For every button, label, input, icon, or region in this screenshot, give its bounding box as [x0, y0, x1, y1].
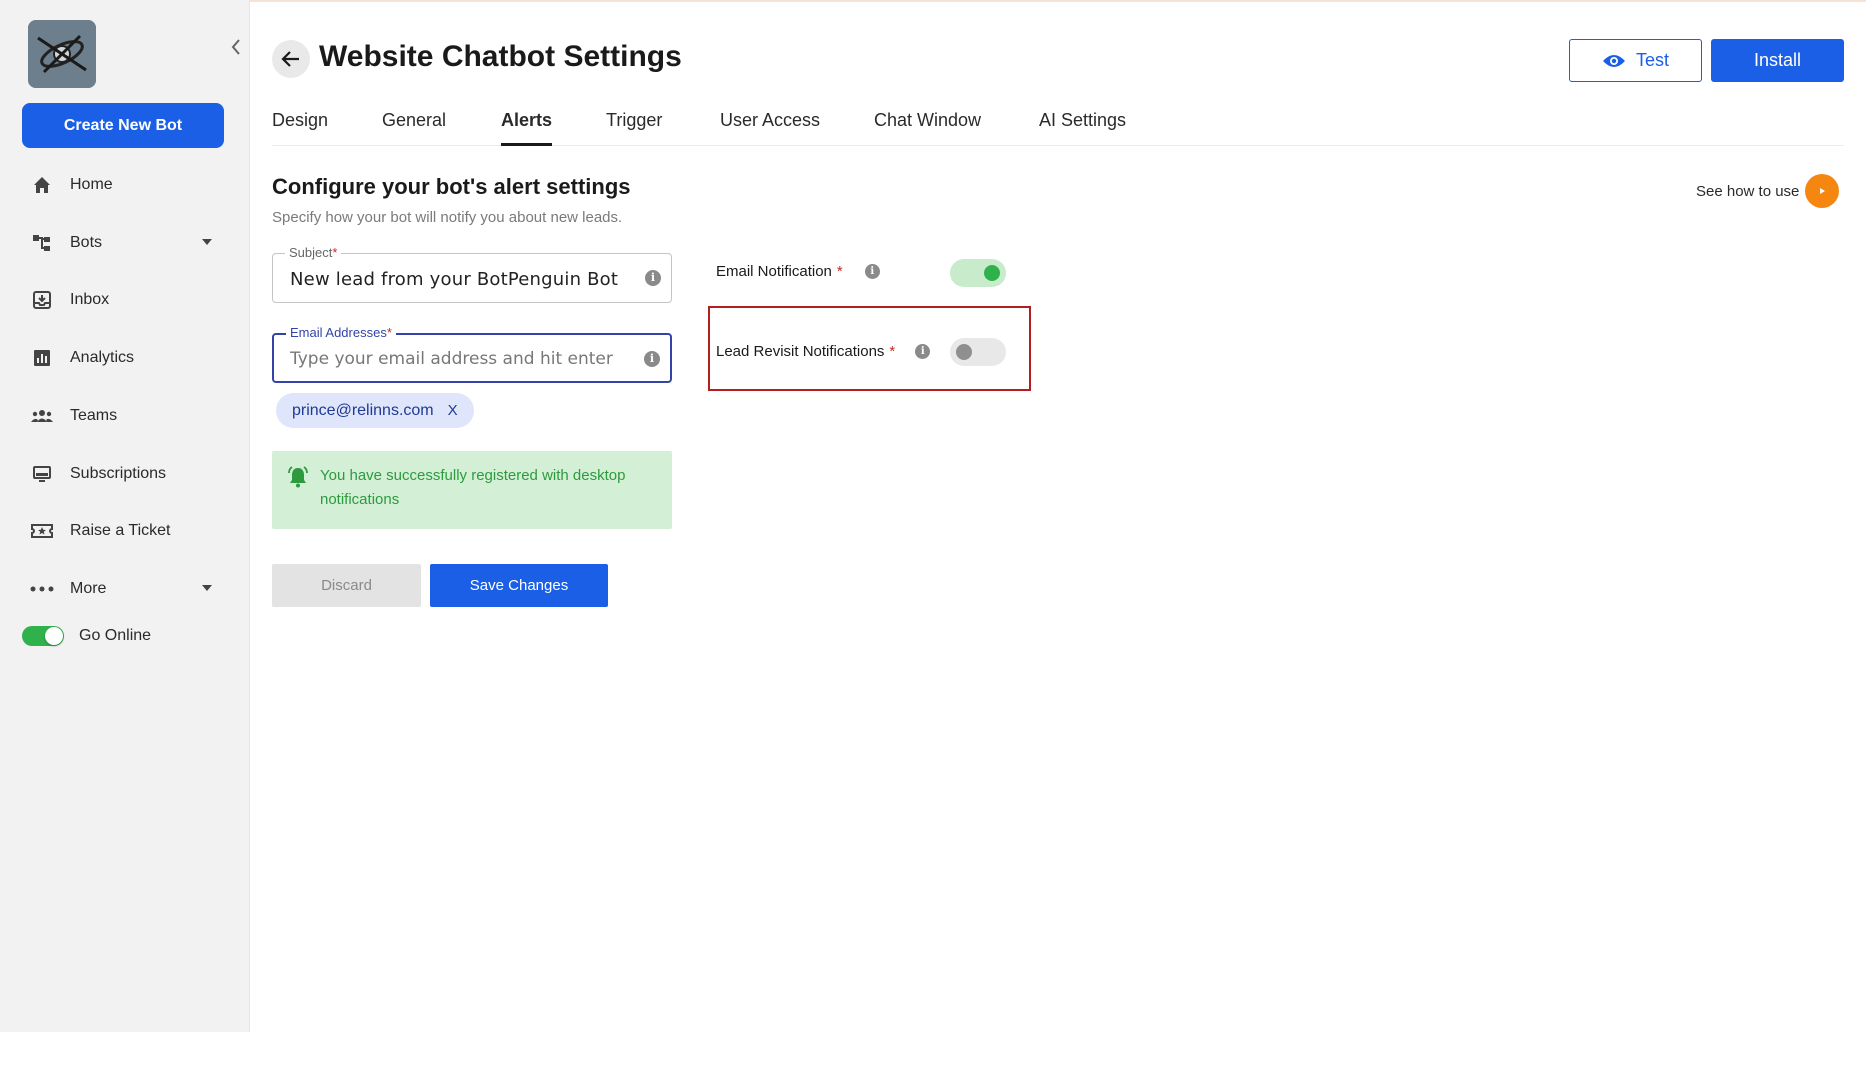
- toggle-knob: [984, 265, 1000, 281]
- subscriptions-icon: [30, 462, 54, 486]
- top-accent-line: [0, 0, 1866, 2]
- sidebar-item-label: Raise a Ticket: [70, 522, 171, 539]
- tab-alerts[interactable]: Alerts: [501, 110, 553, 146]
- go-online-row: Go Online: [22, 626, 151, 646]
- email-input[interactable]: [290, 345, 630, 373]
- toggle-knob: [956, 344, 972, 360]
- subject-value[interactable]: New lead from your BotPenguin Bot: [290, 269, 618, 290]
- sidebar: Create New Bot Home Bots Inbox Analytics: [0, 0, 250, 1032]
- email-notification-label: Email Notification: [716, 263, 832, 280]
- back-button[interactable]: [272, 40, 310, 78]
- tab-general[interactable]: General: [382, 110, 446, 146]
- sidebar-item-raise-ticket[interactable]: Raise a Ticket: [30, 516, 220, 546]
- teams-icon: [30, 404, 54, 428]
- sidebar-item-inbox[interactable]: Inbox: [30, 285, 220, 315]
- go-online-label: Go Online: [79, 627, 152, 644]
- info-icon[interactable]: i: [915, 344, 931, 359]
- see-how-label: See how to use: [1696, 182, 1800, 200]
- bot-logo[interactable]: [28, 20, 96, 88]
- tab-chat-window[interactable]: Chat Window: [874, 110, 981, 146]
- chevron-down-icon[interactable]: [202, 239, 212, 245]
- tab-trigger[interactable]: Trigger: [606, 110, 662, 146]
- email-addresses-label: Email Addresses*: [286, 325, 396, 341]
- bottom-strip: [0, 1032, 1866, 1080]
- chevron-down-icon[interactable]: [202, 585, 212, 591]
- more-icon: [30, 577, 54, 601]
- analytics-icon: [30, 346, 54, 370]
- success-alert: You have successfully registered with de…: [272, 451, 672, 529]
- ticket-icon: [30, 519, 54, 543]
- create-new-bot-button[interactable]: Create New Bot: [22, 103, 224, 148]
- inbox-icon: [30, 288, 54, 312]
- discard-button[interactable]: Discard: [272, 564, 421, 607]
- bell-ring-icon: [286, 465, 310, 489]
- sidebar-item-label: More: [70, 580, 107, 597]
- sidebar-item-teams[interactable]: Teams: [30, 401, 220, 431]
- info-icon[interactable]: i: [864, 264, 880, 279]
- email-addresses-field[interactable]: Email Addresses* i: [272, 325, 672, 383]
- sidebar-item-analytics[interactable]: Analytics: [30, 343, 220, 373]
- page-title: Website Chatbot Settings: [319, 40, 682, 73]
- play-icon[interactable]: [1805, 174, 1840, 208]
- sidebar-item-label: Home: [70, 176, 113, 193]
- subject-label: Subject*: [285, 245, 342, 261]
- tab-design[interactable]: Design: [272, 110, 328, 146]
- email-chip-text: prince@relinns.com: [292, 401, 434, 419]
- tab-ai-settings[interactable]: AI Settings: [1039, 110, 1126, 146]
- lead-revisit-row: Lead Revisit Notifications * i: [716, 343, 931, 360]
- sidebar-item-more[interactable]: More: [30, 574, 220, 604]
- sidebar-item-label: Inbox: [70, 291, 110, 308]
- sidebar-item-label: Teams: [70, 407, 118, 424]
- go-online-toggle[interactable]: [22, 626, 64, 646]
- install-button[interactable]: Install: [1711, 39, 1844, 82]
- sidebar-item-bots[interactable]: Bots: [30, 228, 220, 258]
- arrow-left-icon: [281, 51, 299, 67]
- sidebar-item-label: Subscriptions: [70, 465, 167, 482]
- sidebar-item-home[interactable]: Home: [30, 170, 220, 200]
- email-notification-row: Email Notification * i: [716, 263, 880, 280]
- home-icon: [30, 173, 54, 197]
- section-title: Configure your bot's alert settings: [272, 174, 631, 199]
- settings-tabs: Design General Alerts Trigger User Acces…: [272, 108, 1844, 146]
- collapse-sidebar-icon[interactable]: [228, 38, 244, 60]
- app-root: Create New Bot Home Bots Inbox Analytics: [0, 0, 1866, 1080]
- lead-revisit-label: Lead Revisit Notifications: [716, 343, 885, 360]
- tab-user-access[interactable]: User Access: [720, 110, 820, 146]
- test-button[interactable]: Test: [1569, 39, 1702, 82]
- test-button-label: Test: [1635, 50, 1669, 70]
- subject-field[interactable]: Subject* New lead from your BotPenguin B…: [272, 245, 672, 303]
- lead-revisit-toggle[interactable]: [950, 338, 1006, 366]
- remove-chip-button[interactable]: X: [448, 402, 458, 419]
- save-changes-button[interactable]: Save Changes: [430, 564, 608, 607]
- see-how-to-use-link[interactable]: See how to use: [1696, 174, 1840, 208]
- alert-message: You have successfully registered with de…: [320, 467, 626, 508]
- bots-icon: [30, 231, 54, 255]
- sidebar-item-label: Bots: [70, 234, 103, 251]
- info-icon[interactable]: i: [645, 270, 661, 286]
- info-icon[interactable]: i: [644, 351, 660, 367]
- section-subtitle: Specify how your bot will notify you abo…: [272, 209, 623, 226]
- eye-icon: [1602, 54, 1625, 67]
- sidebar-item-subscriptions[interactable]: Subscriptions: [30, 459, 220, 489]
- email-chip: prince@relinns.com X: [276, 393, 474, 428]
- email-notification-toggle[interactable]: [950, 259, 1006, 287]
- sidebar-item-label: Analytics: [70, 349, 135, 366]
